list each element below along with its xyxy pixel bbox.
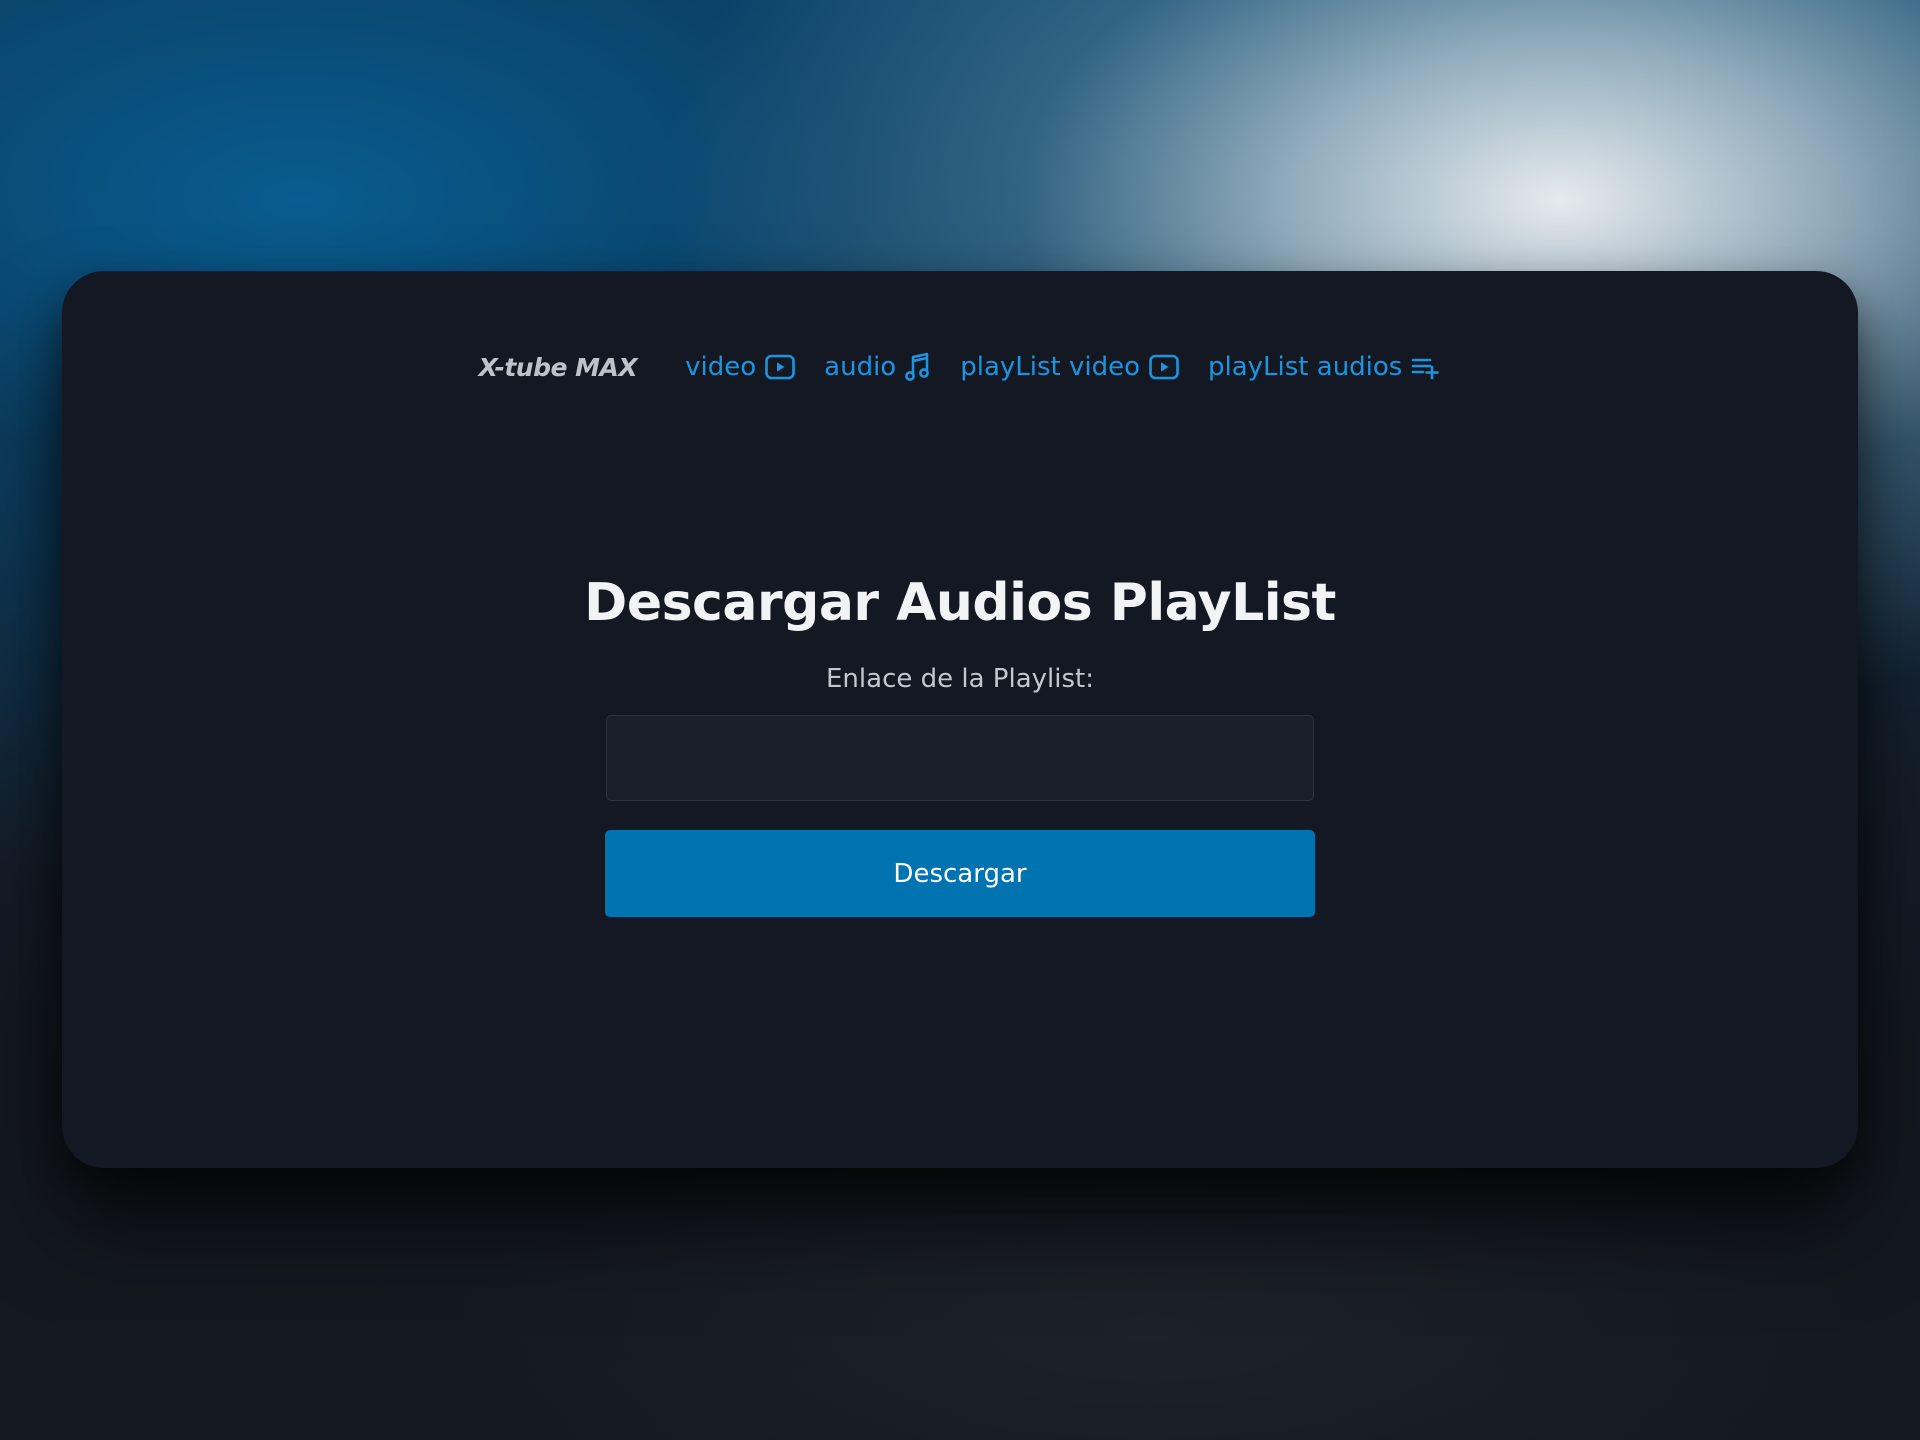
nav-item-label: audio [824,352,897,382]
download-button[interactable]: Descargar [605,830,1315,917]
nav-item-label: video [685,352,757,382]
playlist-link-label: Enlace de la Playlist: [826,664,1094,694]
nav-item-audio[interactable]: audio [824,352,931,382]
playlist-link-input[interactable] [606,715,1314,801]
top-navigation: X-tube MAX video audio playList video pl… [62,347,1858,387]
play-square-icon [1149,354,1179,380]
nav-item-label: playList video [960,352,1140,382]
app-window: X-tube MAX video audio playList video pl… [62,271,1858,1168]
page-title: Descargar Audios PlayList [584,573,1336,633]
brand-logo[interactable]: X-tube MAX [479,353,638,382]
nav-item-playlist-audios[interactable]: playList audios [1208,352,1441,382]
playlist-add-icon [1411,354,1441,380]
nav-item-video[interactable]: video [685,352,795,382]
nav-item-playlist-video[interactable]: playList video [960,352,1179,382]
nav-item-label: playList audios [1208,352,1403,382]
download-form: Descargar Audios PlayList Enlace de la P… [62,571,1858,917]
music-note-icon [905,352,931,382]
play-square-icon [765,354,795,380]
